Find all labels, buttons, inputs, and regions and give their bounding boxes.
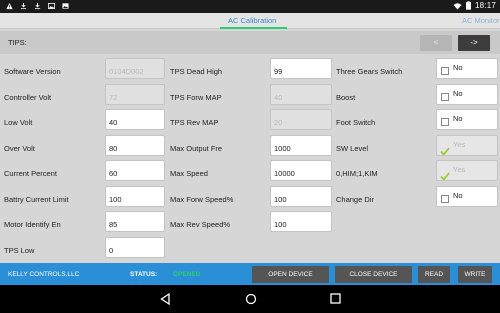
bottom-toolbar: KELLY CONTROLS.LLC STATUS: OPENED OPEN D… <box>0 263 500 285</box>
status-label: STATUS: <box>130 271 158 278</box>
tps-forw-map-label: TPS Forw MAP <box>170 92 222 102</box>
current-percent-input[interactable]: 60 <box>105 160 165 181</box>
change-dir-checkbox-cell[interactable]: No <box>436 185 498 207</box>
write-button[interactable]: WRITE <box>458 266 492 283</box>
foot-switch-checkbox-cell[interactable]: No <box>436 109 498 130</box>
boost-checkbox[interactable] <box>441 92 449 101</box>
close-device-button[interactable]: CLOSE DEVICE <box>335 266 412 283</box>
max-speed-input[interactable]: 10000 <box>270 160 332 181</box>
three-gears-switch-option-label: No <box>453 63 463 72</box>
tips-bar: TIPS: < -> <box>0 31 500 54</box>
sw-level-checkbox <box>440 143 450 156</box>
app-screen: 18:17 AC Calibration AC Monitor TIPS: < … <box>0 0 500 313</box>
tps-dead-high-label: TPS Dead High <box>170 67 223 76</box>
max-rev-speed-label: Max Rev Speed% <box>170 220 231 229</box>
next-button[interactable]: -> <box>458 35 490 51</box>
max-output-fre-input[interactable]: 1000 <box>270 134 332 156</box>
sw-level-option-label: Yes <box>453 139 466 149</box>
foot-switch-option-label: No <box>453 114 463 123</box>
sw-level-label: SW Level <box>336 143 369 153</box>
tab-ac-monitor[interactable]: AC Monitor <box>462 16 500 25</box>
tps-rev-map-input: 20 <box>270 109 332 130</box>
battery-icon <box>465 1 471 10</box>
software-version-label: Software Version <box>4 67 61 76</box>
0-him-1-kim-checkbox-cell: Yes <box>436 160 498 181</box>
change-dir-label: Change Dir <box>336 194 374 204</box>
calibration-form: Software Version 0104D002 Controller Volt 7… <box>0 58 500 263</box>
change-dir-option-label: No <box>453 190 463 200</box>
tips-label: TIPS: <box>8 38 27 47</box>
foot-switch-checkbox[interactable] <box>441 118 449 126</box>
home-icon[interactable] <box>245 293 257 305</box>
company-name: KELLY CONTROLS.LLC <box>8 271 80 278</box>
tps-forw-map-input: 40 <box>270 83 332 105</box>
open-device-button[interactable]: OPEN DEVICE <box>252 266 329 283</box>
max-forw-speed-label: Max Forw Speed% <box>170 194 234 204</box>
controller-volt-label: Controller Volt <box>4 92 52 102</box>
three-gears-switch-checkbox[interactable] <box>441 67 449 75</box>
tab-bar: AC Calibration AC Monitor <box>0 13 500 29</box>
low-volt-label: Low Volt <box>4 118 33 127</box>
max-rev-speed-input[interactable]: 100 <box>270 211 332 232</box>
max-speed-label: Max Speed <box>170 169 208 178</box>
current-percent-label: Current Percent <box>4 169 57 178</box>
foot-switch-label: Foot Switch <box>336 118 376 127</box>
image-icon <box>48 2 55 10</box>
wifi-icon <box>453 2 462 9</box>
motor-identify-en-label: Motor Identify En <box>4 220 61 229</box>
system-navigation-bar <box>0 285 500 313</box>
controller-volt-input: 72 <box>105 83 165 105</box>
back-icon[interactable] <box>160 293 170 305</box>
over-volt-label: Over Volt <box>4 143 35 153</box>
three-gears-switch-label: Three Gears Switch <box>336 67 403 76</box>
change-dir-checkbox[interactable] <box>441 194 449 203</box>
checkmark-icon <box>440 146 450 156</box>
read-button[interactable]: READ <box>418 266 450 283</box>
motor-identify-en-input[interactable]: 85 <box>105 211 165 232</box>
previous-button[interactable]: < <box>420 35 452 51</box>
download-icon <box>34 2 41 10</box>
warning-icon <box>6 2 13 10</box>
max-output-fre-label: Max Output Fre <box>170 143 223 153</box>
battry-current-limit-label: Battry Current Limit <box>4 194 69 204</box>
boost-checkbox-cell[interactable]: No <box>436 83 498 105</box>
0-him-1-kim-label: 0,HIM;1,KIM <box>336 169 378 178</box>
0-him-1-kim-option-label: Yes <box>453 165 466 174</box>
battry-current-limit-input[interactable]: 100 <box>105 185 165 207</box>
max-forw-speed-input[interactable]: 100 <box>270 185 332 207</box>
system-status-bar: 18:17 <box>0 0 500 13</box>
tps-low-input[interactable]: 0 <box>105 236 165 258</box>
over-volt-input[interactable]: 80 <box>105 134 165 156</box>
software-version-input: 0104D002 <box>105 58 165 79</box>
clock: 18:17 <box>474 1 496 10</box>
boost-label: Boost <box>336 92 356 102</box>
recents-icon[interactable] <box>330 293 341 304</box>
checkmark-icon <box>440 172 450 181</box>
0-him-1-kim-checkbox <box>440 168 450 181</box>
tab-ac-calibration[interactable]: AC Calibration <box>228 16 276 25</box>
sw-level-checkbox-cell: Yes <box>436 134 498 156</box>
active-tab-indicator <box>220 27 287 29</box>
download-icon <box>20 2 27 10</box>
low-volt-input[interactable]: 40 <box>105 109 165 130</box>
tps-rev-map-label: TPS Rev MAP <box>170 118 219 127</box>
boost-option-label: No <box>453 88 463 98</box>
three-gears-switch-checkbox-cell[interactable]: No <box>436 58 498 79</box>
gallery-icon <box>62 3 69 9</box>
tps-dead-high-input[interactable]: 99 <box>270 58 332 79</box>
tps-low-label: TPS Low <box>4 245 35 255</box>
status-value: OPENED <box>173 271 201 278</box>
